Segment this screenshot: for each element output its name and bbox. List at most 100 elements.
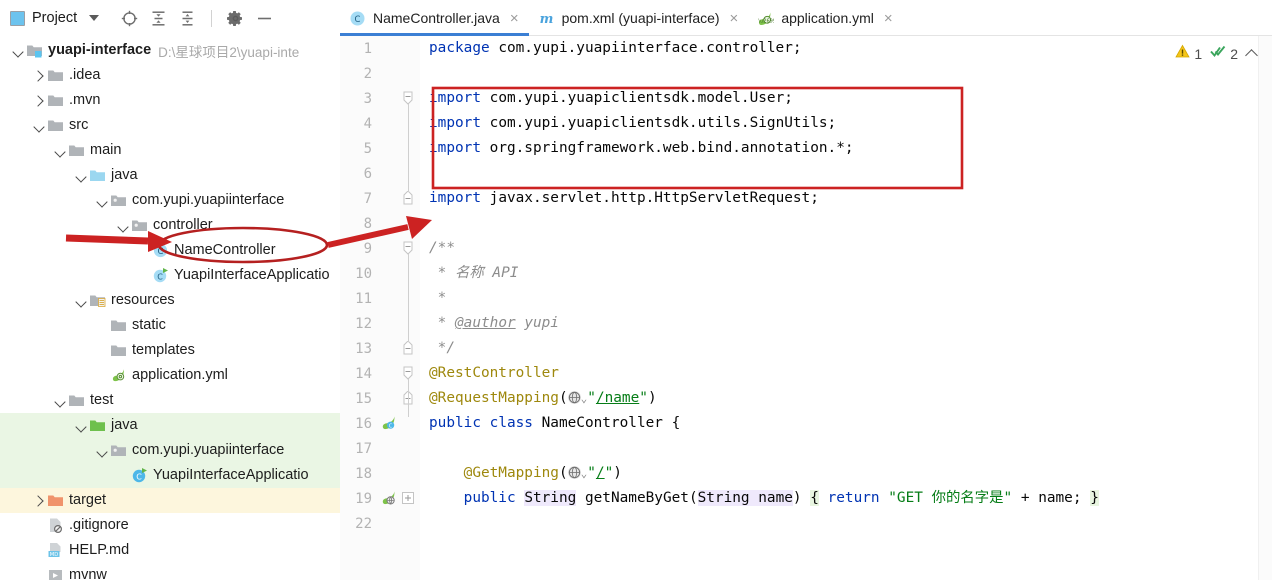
maven-m-icon: m: [538, 10, 555, 27]
chevron-down-icon[interactable]: [73, 168, 89, 184]
code-line[interactable]: import com.yupi.yuapiclientsdk.model.Use…: [429, 86, 1272, 111]
gutter-line[interactable]: 2: [340, 61, 420, 86]
code-line[interactable]: */: [429, 336, 1272, 361]
code-line[interactable]: @RequestMapping(⌄"/name"): [429, 386, 1272, 411]
chevron-right-icon[interactable]: [31, 93, 47, 109]
code-fold-marker[interactable]: [401, 340, 415, 355]
tree-item-test[interactable]: test: [0, 388, 340, 413]
tree-item-controller[interactable]: controller: [0, 213, 340, 238]
code-line[interactable]: [429, 161, 1272, 186]
code-line[interactable]: [429, 211, 1272, 236]
collapse-all-icon[interactable]: [179, 10, 196, 27]
code-line[interactable]: *: [429, 286, 1272, 311]
tree-item-templates[interactable]: templates: [0, 338, 340, 363]
tree-item-yuapiinterfaceapplicatio[interactable]: C YuapiInterfaceApplicatio: [0, 263, 340, 288]
editor-marker-strip[interactable]: [1258, 36, 1272, 580]
chevron-right-icon[interactable]: [31, 68, 47, 84]
spring-bean-icon[interactable]: C: [380, 415, 397, 432]
code-line[interactable]: * @author yupi: [429, 311, 1272, 336]
tree-item-yuapi-interface[interactable]: yuapi-interface D:\星球项目2\yuapi-inte: [0, 38, 340, 63]
spring-request-mapping-icon[interactable]: [380, 490, 397, 507]
code-line[interactable]: [429, 511, 1272, 536]
tree-item-main[interactable]: main: [0, 138, 340, 163]
gutter-line[interactable]: 17: [340, 436, 420, 461]
gutter-line[interactable]: 18: [340, 461, 420, 486]
tab-pom-xml[interactable]: m pom.xml (yuapi-interface) ×: [529, 0, 749, 36]
code-line[interactable]: package com.yupi.yuapiinterface.controll…: [429, 36, 1272, 61]
code-fold-marker[interactable]: [401, 366, 415, 380]
tree-item-application-yml[interactable]: application.yml: [0, 363, 340, 388]
code-token: }: [1090, 490, 1099, 506]
editor-gutter[interactable]: 1 2 3 4 5 6 7 8 9 10 11 12 13 14 15 16 C 17 18 19 22: [340, 36, 420, 580]
tree-item-namecontroller[interactable]: C NameController: [0, 238, 340, 263]
gutter-line[interactable]: 8: [340, 211, 420, 236]
chevron-up-icon[interactable]: [1245, 49, 1258, 62]
tree-item-help-md[interactable]: MD HELP.md: [0, 538, 340, 563]
chevron-down-icon[interactable]: [52, 143, 68, 159]
tree-item-idea[interactable]: .idea: [0, 63, 340, 88]
code-fold-marker[interactable]: [401, 491, 415, 505]
project-panel-title-button[interactable]: Project: [10, 10, 100, 26]
tree-item-java[interactable]: java: [0, 163, 340, 188]
code-line[interactable]: import com.yupi.yuapiclientsdk.utils.Sig…: [429, 111, 1272, 136]
code-fold-marker[interactable]: [401, 190, 415, 205]
code-fold-marker[interactable]: [401, 91, 415, 105]
code-line[interactable]: public class NameController {: [429, 411, 1272, 436]
chevron-right-icon[interactable]: [31, 493, 47, 509]
code-line[interactable]: public String getNameByGet(String name) …: [429, 486, 1272, 511]
tree-item-com-yupi-yuapiinterface[interactable]: com.yupi.yuapiinterface: [0, 438, 340, 463]
tree-item-resources[interactable]: resources: [0, 288, 340, 313]
tree-item-gitignore[interactable]: .gitignore: [0, 513, 340, 538]
chevron-down-icon[interactable]: [73, 418, 89, 434]
locate-target-icon[interactable]: [121, 10, 138, 27]
chevron-down-icon[interactable]: [89, 15, 100, 21]
line-number: 13: [355, 340, 372, 357]
code-token: + name;: [1012, 490, 1082, 506]
code-token: import: [429, 190, 490, 206]
code-fold-marker[interactable]: [401, 241, 415, 255]
gutter-line[interactable]: 1: [340, 36, 420, 61]
code-line[interactable]: [429, 436, 1272, 461]
project-tree[interactable]: yuapi-interface D:\星球项目2\yuapi-inte .idea.…: [0, 36, 340, 580]
code-line[interactable]: import org.springframework.web.bind.anno…: [429, 136, 1272, 161]
chevron-down-icon[interactable]: [94, 443, 110, 459]
tree-item-mvn[interactable]: .mvn: [0, 88, 340, 113]
chevron-down-icon[interactable]: [31, 118, 47, 134]
tree-item-src[interactable]: src: [0, 113, 340, 138]
tree-item-target[interactable]: target: [0, 488, 340, 513]
code-line[interactable]: /**: [429, 236, 1272, 261]
fold-region-line: [408, 104, 409, 192]
close-icon[interactable]: ×: [510, 11, 519, 26]
tab-namecontroller-java[interactable]: C NameController.java ×: [340, 0, 529, 36]
code-line[interactable]: @RestController: [429, 361, 1272, 386]
editor-code-area[interactable]: package com.yupi.yuapiinterface.controll…: [420, 36, 1272, 580]
code-line[interactable]: @GetMapping(⌄"/"): [429, 461, 1272, 486]
hide-panel-icon[interactable]: [256, 10, 273, 27]
chevron-down-icon[interactable]: [115, 218, 131, 234]
settings-gear-icon[interactable]: [227, 10, 244, 27]
globe-http-icon[interactable]: [567, 391, 581, 404]
expand-all-icon[interactable]: [150, 10, 167, 27]
code-line[interactable]: * 名称 API: [429, 261, 1272, 286]
tree-item-com-yupi-yuapiinterface[interactable]: com.yupi.yuapiinterface: [0, 188, 340, 213]
close-icon[interactable]: ×: [884, 11, 893, 26]
tree-item-java[interactable]: java: [0, 413, 340, 438]
chevron-down-icon[interactable]: [52, 393, 68, 409]
tree-item-label: test: [90, 392, 114, 409]
chevron-down-icon[interactable]: [73, 293, 89, 309]
gutter-line[interactable]: 19: [340, 486, 420, 511]
globe-http-icon[interactable]: [567, 466, 581, 479]
chevron-down-icon[interactable]: [94, 193, 110, 209]
inspection-status-bar[interactable]: 1 2: [1175, 44, 1258, 63]
tab-application-yml[interactable]: \u2699 application.yml ×: [748, 0, 902, 36]
tree-item-static[interactable]: static: [0, 313, 340, 338]
tree-item-mvnw[interactable]: mvnw: [0, 563, 340, 580]
tree-item-yuapiinterfaceapplicatio[interactable]: C YuapiInterfaceApplicatio: [0, 463, 340, 488]
chevron-down-icon[interactable]: [10, 43, 26, 59]
code-token: javax.servlet.http.HttpServletRequest;: [489, 190, 819, 206]
code-line[interactable]: [429, 61, 1272, 86]
close-icon[interactable]: ×: [730, 11, 739, 26]
line-number: 16: [355, 415, 372, 432]
code-line[interactable]: import javax.servlet.http.HttpServletReq…: [429, 186, 1272, 211]
gutter-line[interactable]: 22: [340, 511, 420, 536]
